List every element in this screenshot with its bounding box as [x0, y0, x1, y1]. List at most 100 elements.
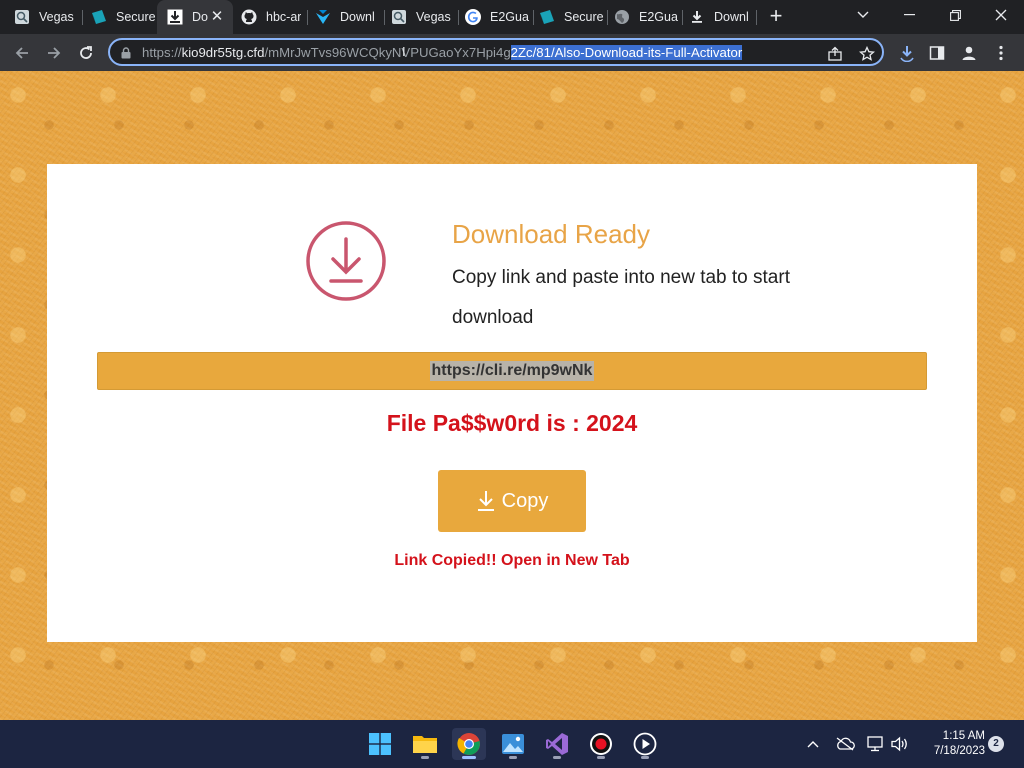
- new-tab-button[interactable]: +: [764, 5, 788, 29]
- media-player-button[interactable]: [628, 728, 662, 760]
- arrow-left-icon: [15, 47, 28, 59]
- folder-icon: [413, 736, 437, 753]
- close-tab-icon[interactable]: ✕: [209, 9, 225, 25]
- tab-secure-1[interactable]: Secure: [77, 0, 155, 34]
- restore-button[interactable]: [932, 0, 978, 30]
- more-vertical-icon: [999, 45, 1003, 61]
- close-window-button[interactable]: [978, 0, 1024, 30]
- notification-badge[interactable]: 2: [988, 736, 1004, 752]
- tab-download-active[interactable]: Do ✕: [157, 0, 233, 34]
- secure-icon: [91, 9, 107, 25]
- profile-button[interactable]: [956, 40, 982, 66]
- copy-button[interactable]: Copy: [438, 470, 586, 532]
- profile-icon: [962, 46, 976, 60]
- tab-title: Secure: [116, 10, 155, 24]
- copied-message: Link Copied!! Open in New Tab: [394, 552, 630, 569]
- download-progress-icon: [900, 46, 914, 62]
- web-page: Download Ready Copy link and paste into …: [0, 71, 1024, 720]
- url-path-selected: 2Zc/81/Also-Download-its-Full-Activator: [510, 45, 743, 60]
- network-button[interactable]: [866, 734, 886, 754]
- tab-vegas-1[interactable]: Vegas: [0, 0, 77, 34]
- tab-title: hbc-ar: [266, 10, 302, 24]
- tab-title: Downl: [340, 10, 375, 24]
- photos-icon: [502, 734, 524, 754]
- download-site-icon: [315, 9, 331, 25]
- link-box[interactable]: https://cli.re/mp9wNk: [97, 352, 927, 390]
- photos-button[interactable]: [496, 728, 530, 760]
- tab-title: Downl: [714, 10, 749, 24]
- media-player-icon: [633, 732, 657, 756]
- file-explorer-button[interactable]: [408, 728, 442, 760]
- recorder-button[interactable]: [584, 728, 618, 760]
- tab-title: Vegas: [39, 10, 74, 24]
- network-icon: [867, 736, 883, 752]
- forward-button[interactable]: [41, 40, 67, 66]
- tab-title: E2Gua: [490, 10, 529, 24]
- instruction-text: Copy link and paste into new tab to star…: [452, 267, 790, 328]
- browser-toolbar: https://kio9dr55tg.cfd/mMrJwTvs96WCQkyNV…: [0, 34, 1024, 71]
- volume-button[interactable]: [890, 734, 910, 754]
- close-icon: [995, 9, 1007, 21]
- download-arrow-icon: [477, 491, 494, 511]
- lock-icon[interactable]: [121, 46, 131, 64]
- download-tab-icon: [167, 9, 183, 25]
- show-hidden-icons-button[interactable]: [803, 734, 823, 754]
- text-cursor-icon: I: [402, 44, 406, 59]
- globe-icon: [614, 9, 630, 25]
- secure-icon: [539, 9, 555, 25]
- bookmark-star-icon[interactable]: [858, 45, 876, 63]
- speaker-icon: [891, 736, 907, 752]
- tab-title: Do: [192, 10, 208, 24]
- clock-time: 1:15 AM: [942, 730, 985, 742]
- tab-title: Secure: [564, 10, 604, 24]
- windows-logo-icon: [369, 733, 391, 755]
- clock[interactable]: 1:15 AM 7/18/2023: [915, 729, 985, 759]
- arrow-right-icon: [48, 47, 61, 59]
- tab-strip: Vegas Secure Do ✕ hbc-ar Downl Vegas E2G…: [0, 0, 1024, 34]
- url-scheme: https://: [142, 45, 182, 60]
- chevron-up-icon: [807, 741, 819, 748]
- tab-title: E2Gua: [639, 10, 678, 24]
- download-ready-heading: Download Ready: [452, 219, 651, 249]
- password-text: File Pa$$w0rd is : 2024: [386, 410, 638, 436]
- restore-icon: [949, 9, 961, 21]
- tab-github[interactable]: hbc-ar: [233, 0, 305, 34]
- side-panel-icon: [929, 46, 945, 60]
- minimize-icon: [903, 14, 915, 16]
- url-host: kio9dr55tg.cfd: [181, 45, 265, 60]
- tab-e2guardian-2[interactable]: E2Gua: [606, 0, 682, 34]
- downloads-button[interactable]: [894, 40, 920, 66]
- visual-studio-button[interactable]: [540, 728, 574, 760]
- clock-date: 7/18/2023: [933, 745, 985, 757]
- url-text[interactable]: https://kio9dr55tg.cfd/mMrJwTvs96WCQkyNV…: [142, 45, 743, 60]
- copy-button-label: Copy: [501, 489, 549, 512]
- visual-studio-icon: [546, 733, 568, 755]
- cloud-offline-icon: [836, 737, 855, 751]
- reload-icon: [80, 46, 92, 59]
- back-button[interactable]: [9, 40, 35, 66]
- tab-search-button[interactable]: [840, 0, 886, 30]
- chrome-icon: [457, 733, 480, 755]
- chrome-button[interactable]: [452, 728, 486, 760]
- download-link[interactable]: https://cli.re/mp9wNk: [429, 361, 595, 381]
- tab-download-site[interactable]: Downl: [305, 0, 383, 34]
- tab-download-2[interactable]: Downl: [681, 0, 757, 34]
- menu-button[interactable]: [988, 40, 1014, 66]
- tab-vegas-2[interactable]: Vegas: [383, 0, 458, 34]
- vegas-icon: [391, 9, 407, 25]
- github-icon: [241, 9, 257, 25]
- download-card: Download Ready Copy link and paste into …: [47, 164, 977, 642]
- side-panel-button[interactable]: [924, 40, 950, 66]
- tab-secure-2[interactable]: Secure: [531, 0, 607, 34]
- reload-button[interactable]: [73, 40, 99, 66]
- onedrive-button[interactable]: [835, 734, 855, 754]
- google-icon: [465, 9, 481, 25]
- share-icon[interactable]: [826, 45, 844, 63]
- vegas-icon: [14, 9, 30, 25]
- address-bar[interactable]: https://kio9dr55tg.cfd/mMrJwTvs96WCQkyNV…: [108, 38, 884, 66]
- url-path: /mMrJwTvs96WCQkyNVPUGaoYx7Hpi4g: [264, 45, 511, 60]
- start-button[interactable]: [363, 728, 397, 760]
- record-icon: [590, 733, 612, 755]
- minimize-button[interactable]: [886, 0, 932, 30]
- tab-e2guardian-1[interactable]: E2Gua: [457, 0, 533, 34]
